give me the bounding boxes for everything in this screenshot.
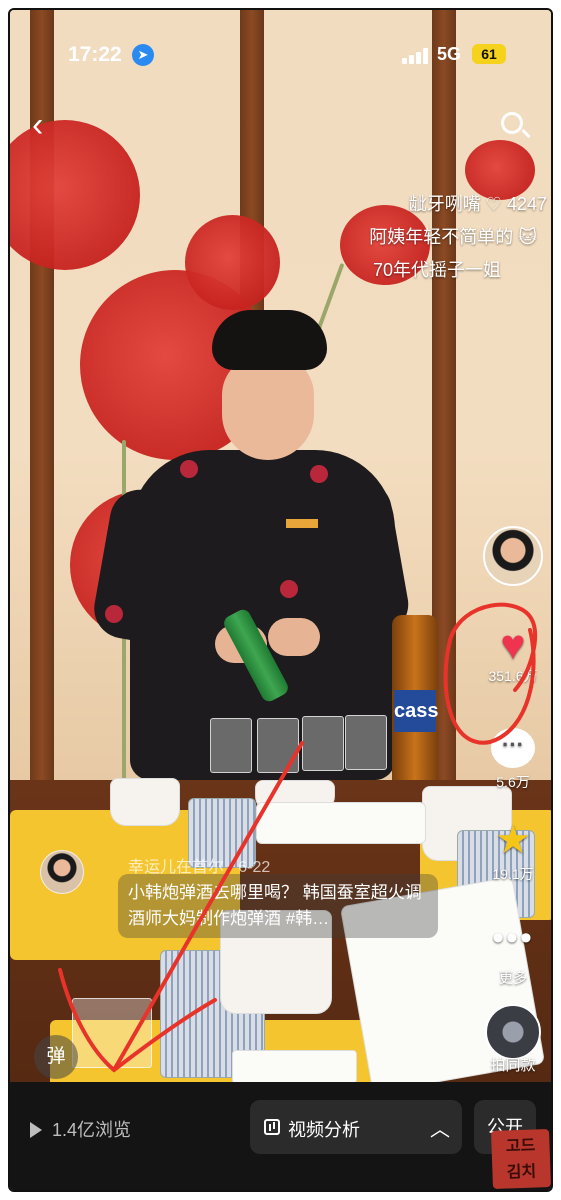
bowl [110,778,180,826]
more-label: 更多 [499,970,527,986]
music-disc-icon [485,1004,541,1060]
print-flower [105,605,123,623]
network-type: 5G [437,44,462,64]
favorite-count: 19.1万 [492,866,534,882]
comment-button[interactable]: ··· 5.6万 [474,728,551,792]
creator-avatar-button[interactable] [474,526,551,586]
person-hand [268,618,320,656]
shot-glass [345,715,387,770]
chevron-up-icon: ︿ [430,1119,450,1141]
more-button[interactable]: ••• 更多 [474,919,551,988]
view-count: 1.4亿浏览 [30,1116,131,1142]
beer-label: cass [394,690,439,732]
same-style-label: 拍同款 [490,1057,536,1074]
more-dots-icon: ••• [492,919,534,957]
phone-screen: cass 17:22 ➤ 5G 61 ‹ 龇牙咧嘴 ♡ 4247 阿姨年轻不简单… [8,8,553,1192]
person-face [222,355,314,460]
dish [232,1050,357,1084]
avatar [483,526,543,586]
bar-chart-icon [264,1119,280,1135]
cat-emoji-icon: 🐱 [518,227,537,247]
danmaku-comment: 龇牙咧嘴 ♡ 4247 [408,194,547,214]
status-bar: 17:22 ➤ 5G 61 [10,10,551,80]
watermark-stamp: 고드 김치 [491,1129,551,1189]
shot-glass [302,716,344,771]
name-tag [286,519,318,528]
location-arrow-icon: ➤ [132,44,154,66]
danmaku-toggle-button[interactable]: 弹 [34,1035,78,1079]
heart-outline-icon: ♡ [485,194,502,214]
side-dish-plate [256,802,426,844]
print-flower [280,580,298,598]
poppy-decoration [185,215,280,310]
caption-avatar[interactable] [40,850,84,894]
bottom-bar: 1.4亿浏览 视频分析 ︿ 公开 [10,1082,551,1190]
same-style-button[interactable]: 拍同款 [474,1004,551,1075]
danmaku-comment: 阿姨年轻不简单的 🐱 [369,227,537,247]
print-flower [180,460,198,478]
like-button[interactable]: ♥ 351.6万 [474,621,551,686]
like-count: 351.6万 [488,668,538,684]
status-time: 17:22 [68,43,122,66]
video-caption[interactable]: 小韩炮弹酒去哪里喝？ 韩国蚕室超火调酒师大妈制作炮弹酒 #韩… [118,874,438,938]
video-analysis-label: 视频分析 [288,1120,360,1140]
video-analysis-button[interactable]: 视频分析 ︿ [250,1100,462,1154]
print-flower [310,465,328,483]
favorite-button[interactable]: ★ 19.1万 [474,818,551,884]
shot-glass [210,718,252,773]
danmaku-comment: 70年代摇子一姐 [372,260,501,280]
battery-indicator: 61 [472,44,506,64]
chevron-left-icon[interactable]: ‹ [32,108,43,142]
video-frame[interactable]: cass [10,10,551,1190]
play-icon [30,1122,42,1138]
heart-icon: ♥ [500,621,526,668]
comment-count: 5.6万 [496,774,530,790]
comment-bubble-icon: ··· [491,728,535,768]
signal-bars-icon [402,48,432,64]
star-icon: ★ [495,818,531,862]
person-hair [212,310,327,370]
shot-glass [257,718,299,773]
water-glass [72,998,152,1068]
